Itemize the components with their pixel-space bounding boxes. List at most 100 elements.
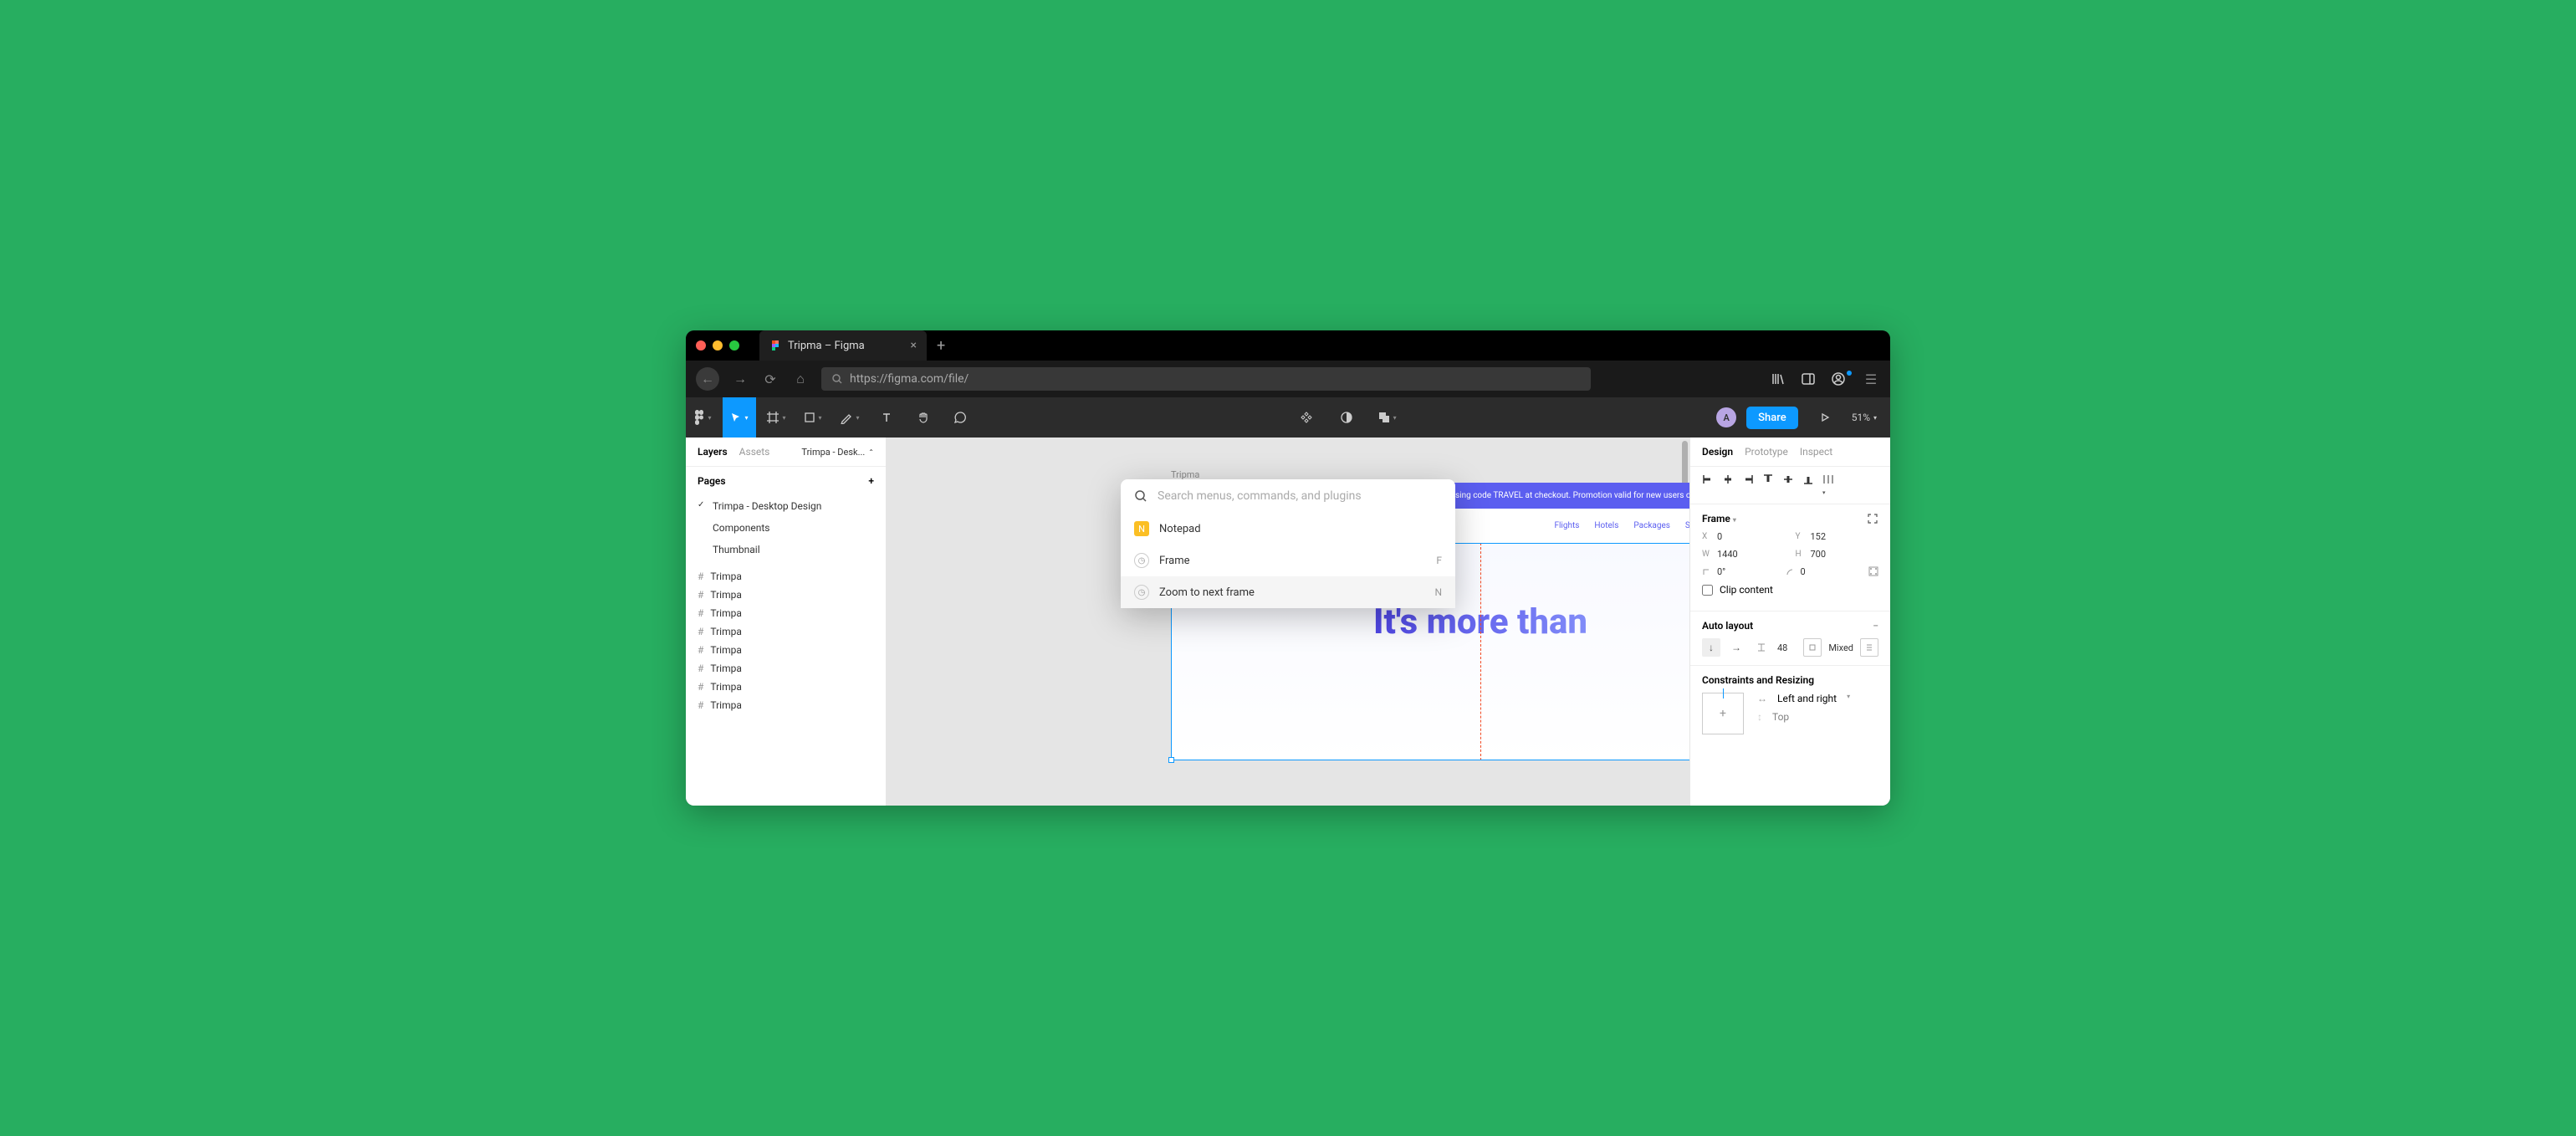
left-panel-tabs: Layers Assets Trimpa - Desk... ⌃ [686, 438, 886, 467]
inspect-tab[interactable]: Inspect [1800, 446, 1832, 458]
frame-icon: # [698, 571, 703, 582]
tab-close-button[interactable]: × [911, 339, 917, 352]
layer-item[interactable]: #Trimpa [686, 696, 886, 714]
page-item[interactable]: Thumbnail [686, 539, 886, 560]
close-window-button[interactable] [696, 340, 706, 351]
reload-button[interactable]: ⟳ [761, 371, 779, 387]
url-bar: ← → ⟳ ⌂ https://figma.com/file/ ☰ [686, 361, 1890, 397]
sidebar-icon[interactable] [1802, 372, 1820, 386]
align-top-icon[interactable] [1762, 473, 1774, 497]
align-bottom-icon[interactable] [1802, 473, 1814, 497]
figma-menu-button[interactable]: ▾ [686, 397, 719, 438]
component-icon[interactable] [1290, 397, 1323, 438]
layers-tab[interactable]: Layers [698, 446, 728, 458]
radius-field[interactable]: 0 [1786, 566, 1859, 577]
boolean-icon[interactable]: ▾ [1370, 397, 1403, 438]
library-icon[interactable] [1771, 372, 1790, 386]
layer-item[interactable]: #Trimpa [686, 622, 886, 641]
padding-value[interactable]: Mixed [1828, 642, 1853, 653]
add-page-button[interactable]: + [868, 475, 874, 487]
frame-section-title[interactable]: Frame ▾ [1702, 513, 1736, 525]
maximize-window-button[interactable] [729, 340, 739, 351]
page-item[interactable]: Components [686, 517, 886, 539]
y-field[interactable]: Y152 [1796, 531, 1879, 542]
shape-tool-button[interactable]: ▾ [796, 397, 830, 438]
pen-tool-button[interactable]: ▾ [833, 397, 866, 438]
prototype-tab[interactable]: Prototype [1745, 446, 1788, 458]
layer-item[interactable]: #Trimpa [686, 604, 886, 622]
command-item-zoom-next[interactable]: ◷ Zoom to next frame N [1121, 576, 1455, 608]
layer-item[interactable]: #Trimpa [686, 659, 886, 678]
comment-tool-button[interactable] [943, 397, 977, 438]
align-center-v-icon[interactable] [1782, 473, 1794, 497]
frame-icon: # [698, 589, 703, 601]
home-button[interactable]: ⌂ [791, 371, 810, 387]
align-left-icon[interactable] [1702, 473, 1714, 497]
spacing-icon [1752, 638, 1771, 657]
constraints-widget[interactable]: + [1702, 693, 1744, 734]
constraints-title: Constraints and Resizing [1702, 674, 1814, 686]
constraint-horizontal[interactable]: ↔ Left and right ▾ [1757, 693, 1878, 704]
frame-icon: # [698, 699, 703, 711]
nav-packages[interactable]: Packages [1633, 521, 1670, 530]
command-search [1121, 479, 1455, 513]
new-tab-button[interactable]: + [937, 337, 945, 355]
layer-item[interactable]: #Trimpa [686, 567, 886, 586]
left-panel: Layers Assets Trimpa - Desk... ⌃ Pages +… [686, 438, 887, 806]
direction-horizontal-icon[interactable]: → [1727, 638, 1745, 657]
spacing-value[interactable]: 48 [1777, 642, 1787, 653]
layer-item[interactable]: #Trimpa [686, 641, 886, 659]
frame-icon: # [698, 681, 703, 693]
width-field[interactable]: W1440 [1702, 549, 1786, 560]
pages-label: Pages [698, 475, 726, 487]
site-nav: Flights Hotels Packages Sign in Sign up [1554, 517, 1689, 535]
move-tool-button[interactable]: ▾ [723, 397, 756, 438]
share-button[interactable]: Share [1746, 407, 1798, 429]
auto-layout-section: Auto layout − ↓ → 48 Mixed [1690, 611, 1890, 666]
account-icon[interactable] [1832, 372, 1850, 386]
design-tab[interactable]: Design [1702, 446, 1733, 458]
page-selector[interactable]: Trimpa - Desk... ⌃ [801, 447, 874, 458]
hand-tool-button[interactable] [907, 397, 940, 438]
hamburger-menu-button[interactable]: ☰ [1862, 371, 1880, 387]
nav-flights[interactable]: Flights [1554, 521, 1579, 530]
zoom-selector[interactable]: 51% ▾ [1852, 412, 1877, 423]
assets-tab[interactable]: Assets [739, 446, 770, 458]
height-field[interactable]: H700 [1796, 549, 1879, 560]
figma-toolbar: ▾ ▾ ▾ ▾ ▾ ▾ A Share 51% ▾ [686, 397, 1890, 438]
rotation-field[interactable]: 0° [1702, 566, 1776, 577]
tab-title: Tripma – Figma [788, 340, 904, 352]
nav-hotels[interactable]: Hotels [1594, 521, 1618, 530]
minimize-window-button[interactable] [713, 340, 723, 351]
user-avatar[interactable]: A [1716, 407, 1736, 427]
direction-vertical-icon[interactable]: ↓ [1702, 638, 1720, 657]
mask-icon[interactable] [1330, 397, 1363, 438]
command-item-notepad[interactable]: N Notepad [1121, 513, 1455, 545]
layer-item[interactable]: #Trimpa [686, 586, 886, 604]
selection-handle[interactable] [1168, 757, 1174, 763]
command-search-input[interactable] [1158, 489, 1442, 503]
resize-to-fit-icon[interactable] [1867, 513, 1878, 525]
x-field[interactable]: X0 [1702, 531, 1786, 542]
distribute-icon[interactable]: ▾ [1822, 473, 1834, 497]
align-right-icon[interactable] [1742, 473, 1754, 497]
expand-radius-icon[interactable] [1868, 566, 1878, 577]
frame-tool-button[interactable]: ▾ [759, 397, 793, 438]
back-button[interactable]: ← [696, 367, 719, 391]
constraint-vertical[interactable]: ↕ Top [1757, 711, 1878, 723]
url-input[interactable]: https://figma.com/file/ [821, 367, 1591, 391]
recent-icon: ◷ [1134, 585, 1149, 600]
page-item[interactable]: Trimpa - Desktop Design [686, 495, 886, 517]
nav-signin[interactable]: Sign in [1685, 521, 1689, 530]
forward-button[interactable]: → [731, 371, 749, 387]
present-button[interactable] [1808, 397, 1842, 438]
clip-content-checkbox[interactable]: Clip content [1702, 584, 1773, 596]
browser-tab[interactable]: Tripma – Figma × [759, 330, 927, 361]
command-item-frame[interactable]: ◷ Frame F [1121, 545, 1455, 576]
canvas[interactable]: Tripma Join Tripma today and save up to … [887, 438, 1689, 806]
remove-auto-layout-button[interactable]: − [1873, 620, 1878, 632]
alignment-grid-icon[interactable] [1860, 638, 1878, 657]
align-center-h-icon[interactable] [1722, 473, 1734, 497]
layer-item[interactable]: #Trimpa [686, 678, 886, 696]
text-tool-button[interactable] [870, 397, 903, 438]
